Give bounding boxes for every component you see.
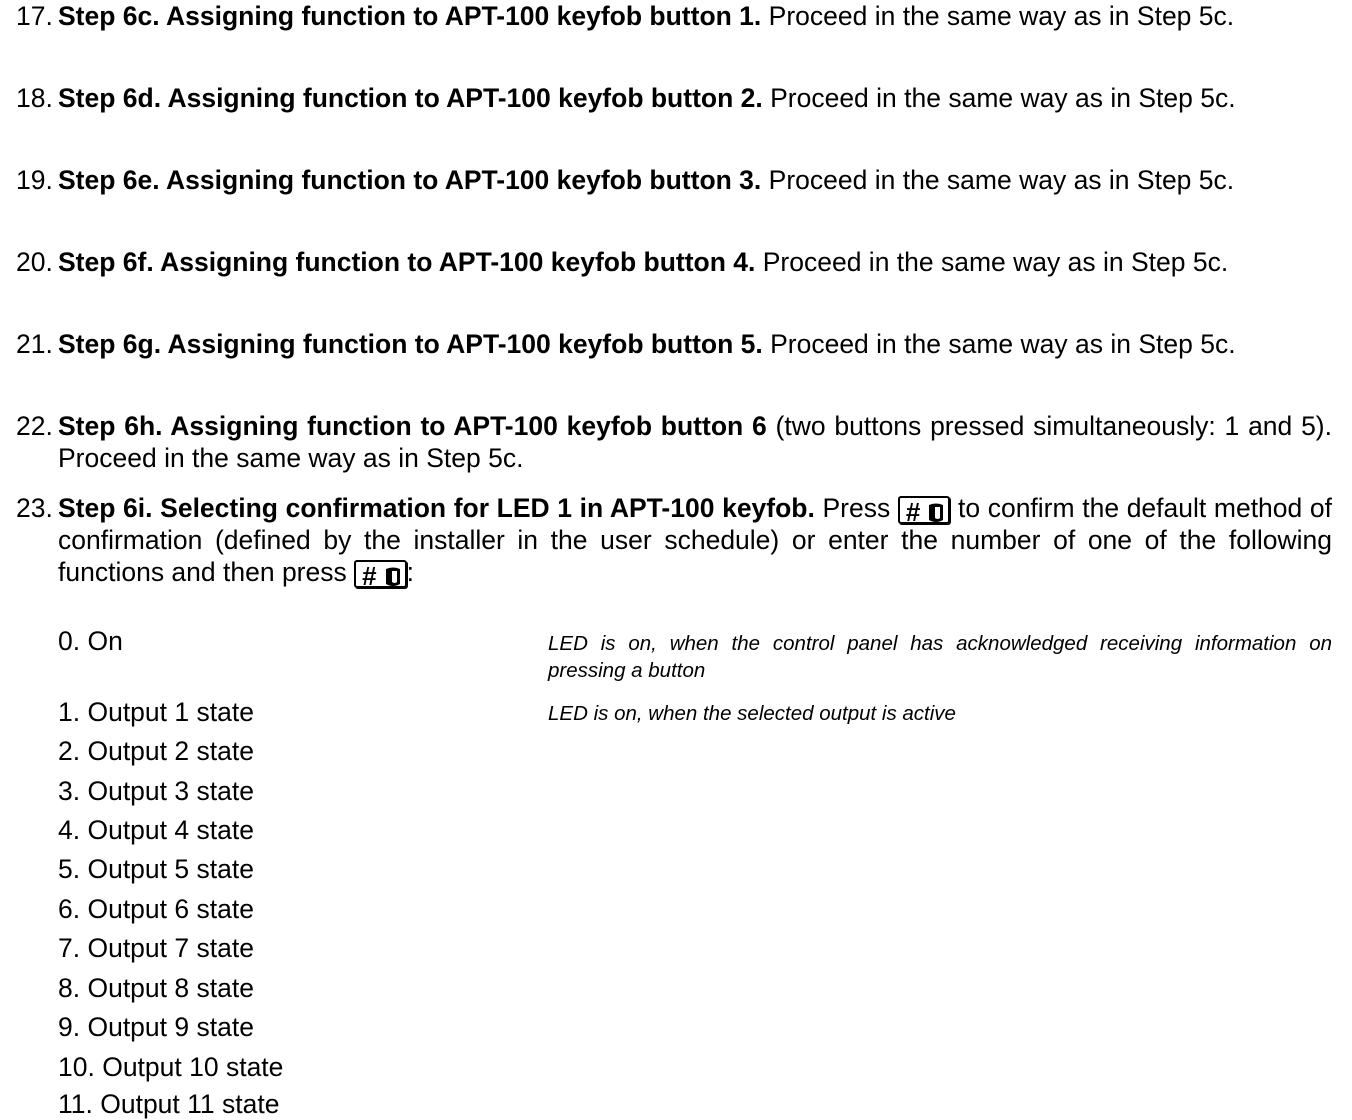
step-number: 22. <box>16 411 53 441</box>
list-item: 0. On <box>58 626 123 656</box>
hash-key-label: # <box>362 561 377 591</box>
step-number: 21. <box>16 329 53 359</box>
list-item: 4. Output 4 state <box>58 815 254 845</box>
step-19: 19. Step 6e. Assigning function to APT-1… <box>16 164 1332 196</box>
list-item: 9. Output 9 state <box>58 1012 254 1042</box>
step-title: Step 6h. Assigning function to APT-100 k… <box>58 411 767 441</box>
step-number: 23. <box>16 493 53 523</box>
step-text: Proceed in the same way as in Step 5c. <box>761 1 1235 31</box>
step-number: 19. <box>16 165 53 195</box>
step-number: 17. <box>16 1 53 31</box>
step-title: Step 6i. Selecting confirmation for LED … <box>58 493 815 523</box>
step-text: Press <box>814 493 898 523</box>
step-23: 23. Step 6i. Selecting confirmation for … <box>16 492 1332 591</box>
step-20: 20. Step 6f. Assigning function to APT-1… <box>16 246 1332 278</box>
step-21: 21. Step 6g. Assigning function to APT-1… <box>16 328 1332 360</box>
list-item: 11. Output 11 state <box>58 1089 280 1119</box>
option-description: LED is on, when the selected output is a… <box>548 702 956 725</box>
hash-key: # <box>354 560 407 591</box>
shield-icon <box>385 567 400 586</box>
hash-key: # <box>897 496 951 527</box>
list-item: 8. Output 8 state <box>58 973 254 1003</box>
step-text: Proceed in the same way as in Step 5c. <box>762 83 1236 113</box>
step-18: 18. Step 6d. Assigning function to APT-1… <box>16 82 1332 114</box>
step-22: 22. Step 6h. Assigning function to APT-1… <box>16 410 1332 474</box>
step-text: : <box>406 557 414 587</box>
step-title: Step 6f. Assigning function to APT-100 k… <box>58 247 756 277</box>
option-description: LED is on, when the control panel has ac… <box>548 632 1332 682</box>
list-item: 2. Output 2 state <box>58 736 254 766</box>
shield-icon <box>929 503 944 522</box>
list-item: 6. Output 6 state <box>58 894 254 924</box>
list-item: 7. Output 7 state <box>58 933 254 963</box>
step-title: Step 6c. Assigning function to APT-100 k… <box>58 1 762 31</box>
list-item: 3. Output 3 state <box>58 776 254 806</box>
list-item: 1. Output 1 state <box>58 697 254 727</box>
step-text: Proceed in the same way as in Step 5c. <box>762 329 1236 359</box>
step-title: Step 6g. Assigning function to APT-100 k… <box>58 329 763 359</box>
step-text: Proceed in the same way as in Step 5c. <box>755 247 1229 277</box>
step-title: Step 6e. Assigning function to APT-100 k… <box>58 165 762 195</box>
list-item: 5. Output 5 state <box>58 854 254 884</box>
step-number: 18. <box>16 83 53 113</box>
step-number: 20. <box>16 247 53 277</box>
list-item: 10. Output 10 state <box>58 1052 284 1082</box>
step-text: Proceed in the same way as in Step 5c. <box>761 165 1235 195</box>
step-title: Step 6d. Assigning function to APT-100 k… <box>58 83 763 113</box>
step-17: 17. Step 6c. Assigning function to APT-1… <box>16 0 1332 32</box>
hash-key-label: # <box>905 497 921 527</box>
